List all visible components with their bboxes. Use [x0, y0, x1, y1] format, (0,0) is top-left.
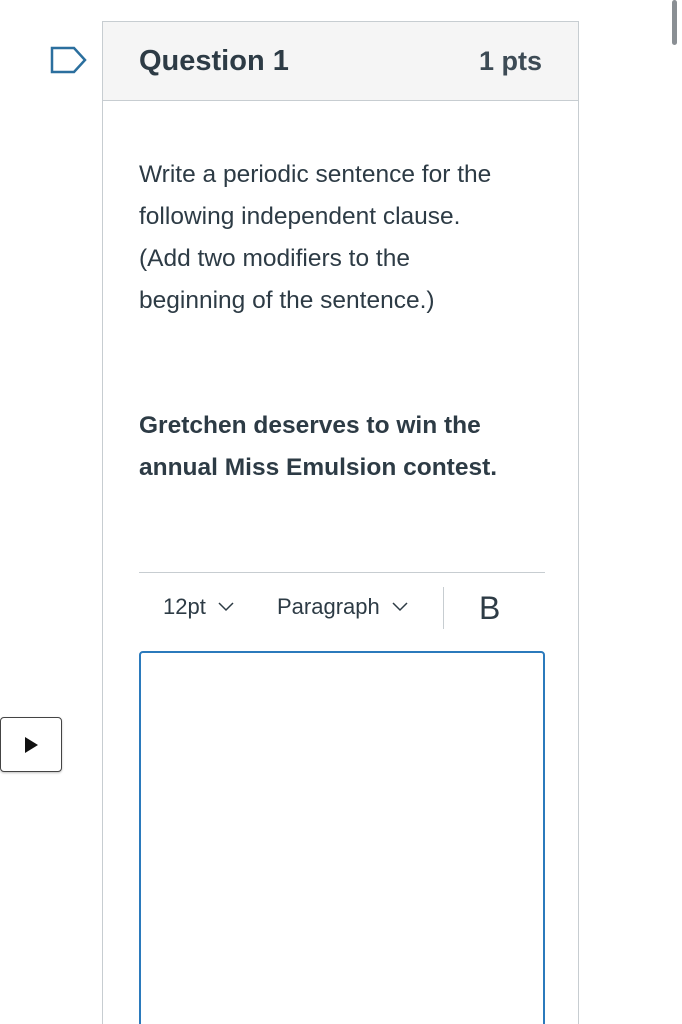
question-header: Question 1 1 pts — [103, 22, 578, 101]
block-format-dropdown[interactable]: Paragraph — [277, 587, 408, 627]
chevron-down-icon — [392, 602, 408, 612]
clause-line: Gretchen deserves to win the — [139, 412, 481, 439]
page-scrollbar[interactable] — [672, 0, 677, 45]
question-title: Question 1 — [139, 44, 289, 77]
independent-clause: Gretchen deserves to win the annual Miss… — [139, 405, 559, 489]
prompt-line: (Add two modifiers to the — [139, 245, 410, 272]
clause-line: annual Miss Emulsion contest. — [139, 454, 498, 481]
toolbar-divider — [443, 587, 444, 629]
play-button[interactable] — [0, 717, 62, 772]
font-size-dropdown[interactable]: 12pt — [163, 587, 234, 627]
answer-editor[interactable] — [139, 651, 545, 1024]
play-icon — [25, 736, 38, 753]
quiz-page: Question 1 1 pts Write a periodic senten… — [0, 0, 682, 1024]
prompt-line: Write a periodic sentence for the — [139, 161, 492, 188]
bold-button[interactable]: B — [479, 587, 500, 629]
font-size-value: 12pt — [163, 594, 206, 619]
prompt-line: beginning of the sentence.) — [139, 287, 435, 314]
block-format-value: Paragraph — [277, 594, 380, 619]
chevron-down-icon — [218, 602, 234, 612]
editor-toolbar: 12pt Paragraph B — [139, 572, 545, 636]
question-card: Question 1 1 pts Write a periodic senten… — [102, 21, 579, 1024]
question-prompt: Write a periodic sentence for the follow… — [139, 154, 559, 322]
prompt-line: following independent clause. — [139, 203, 461, 230]
flag-question-icon[interactable] — [50, 46, 88, 74]
question-points: 1 pts — [478, 45, 542, 76]
